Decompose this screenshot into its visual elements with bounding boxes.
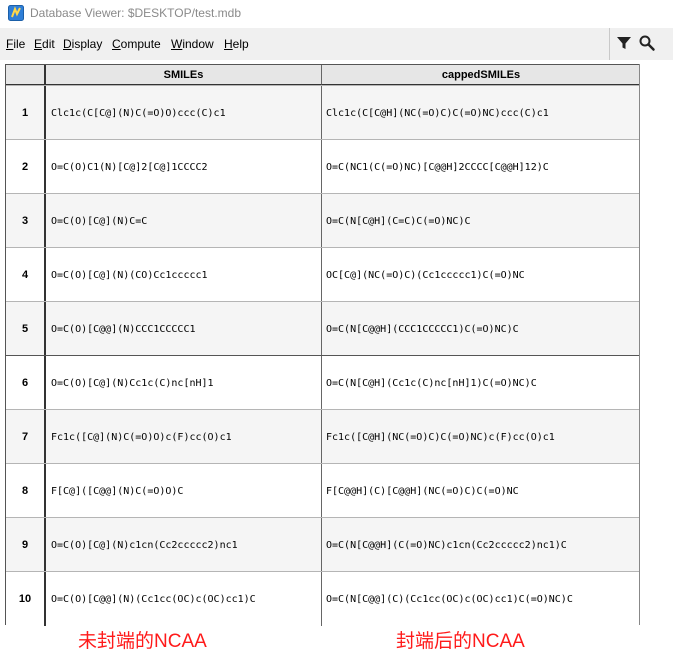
table-row[interactable]: 6 O=C(O)[C@](N)Cc1c(C)nc[nH]1 O=C(N[C@H]… (6, 355, 640, 410)
capped-smiles-cell[interactable]: Fc1c([C@H](NC(=O)C)C(=O)NC)c(F)cc(O)c1 (322, 410, 640, 464)
results-table: SMILEs cappedSMILEs 1 Clc1c(C[C@](N)C(=O… (5, 64, 640, 626)
capped-smiles-cell[interactable]: Clc1c(C[C@H](NC(=O)C)C(=O)NC)ccc(C)c1 (322, 86, 640, 140)
smiles-cell[interactable]: O=C(O)[C@](N)c1cn(Cc2ccccc2)nc1 (46, 518, 322, 572)
menu-help[interactable]: Help (224, 37, 249, 51)
menu-compute[interactable]: Compute (112, 37, 161, 51)
title-bar: Database Viewer: $DESKTOP/test.mdb (0, 0, 673, 28)
table-row[interactable]: 10 O=C(O)[C@@](N)(Cc1cc(OC)c(OC)cc1)C O=… (6, 571, 640, 626)
smiles-cell[interactable]: O=C(O)[C@@](N)CCC1CCCCC1 (46, 302, 322, 356)
annotation-uncapped-ncaa: 未封端的NCAA (78, 631, 207, 652)
smiles-cell[interactable]: O=C(O)[C@](N)C=C (46, 194, 322, 248)
smiles-cell[interactable]: O=C(O)[C@](N)Cc1c(C)nc[nH]1 (46, 356, 322, 410)
capped-smiles-cell[interactable]: O=C(N[C@H](Cc1c(C)nc[nH]1)C(=O)NC)C (322, 356, 640, 410)
row-number[interactable]: 4 (6, 248, 46, 302)
column-header-capped-smiles[interactable]: cappedSMILEs (322, 65, 640, 85)
smiles-cell[interactable]: Clc1c(C[C@](N)C(=O)O)ccc(C)c1 (46, 86, 322, 140)
app-icon (8, 5, 24, 21)
row-number[interactable]: 8 (6, 464, 46, 518)
menu-file[interactable]: File (6, 37, 25, 51)
capped-smiles-cell[interactable]: OC[C@](NC(=O)C)(Cc1ccccc1)C(=O)NC (322, 248, 640, 302)
row-number[interactable]: 1 (6, 86, 46, 140)
row-number[interactable]: 5 (6, 302, 46, 356)
smiles-cell[interactable]: Fc1c([C@](N)C(=O)O)c(F)cc(O)c1 (46, 410, 322, 464)
table-row[interactable]: 5 O=C(O)[C@@](N)CCC1CCCCC1 O=C(N[C@@H](C… (6, 301, 640, 356)
menu-edit[interactable]: Edit (34, 37, 55, 51)
table-row[interactable]: 9 O=C(O)[C@](N)c1cn(Cc2ccccc2)nc1 O=C(N[… (6, 517, 640, 572)
capped-smiles-cell[interactable]: O=C(NC1(C(=O)NC)[C@@H]2CCCC[C@@H]12)C (322, 140, 640, 194)
annotation-capped-ncaa: 封端后的NCAA (396, 631, 525, 652)
capped-smiles-cell[interactable]: O=C(N[C@@H](C(=O)NC)c1cn(Cc2ccccc2)nc1)C (322, 518, 640, 572)
menu-display[interactable]: Display (63, 37, 102, 51)
smiles-cell[interactable]: O=C(O)[C@@](N)(Cc1cc(OC)c(OC)cc1)C (46, 572, 322, 626)
table-row[interactable]: 7 Fc1c([C@](N)C(=O)O)c(F)cc(O)c1 Fc1c([C… (6, 409, 640, 464)
menu-bar: File Edit Display Compute Window Help (0, 28, 673, 60)
toolbar-separator (609, 28, 610, 60)
table-row[interactable]: 4 O=C(O)[C@](N)(CO)Cc1ccccc1 OC[C@](NC(=… (6, 247, 640, 302)
row-number[interactable]: 3 (6, 194, 46, 248)
smiles-cell[interactable]: O=C(O)C1(N)[C@]2[C@]1CCCC2 (46, 140, 322, 194)
capped-smiles-cell[interactable]: F[C@@H](C)[C@@H](NC(=O)C)C(=O)NC (322, 464, 640, 518)
window-title: Database Viewer: $DESKTOP/test.mdb (30, 6, 241, 20)
filter-icon[interactable] (615, 34, 633, 52)
smiles-cell[interactable]: F[C@]([C@@](N)C(=O)O)C (46, 464, 322, 518)
row-number[interactable]: 2 (6, 140, 46, 194)
table-row[interactable]: 1 Clc1c(C[C@](N)C(=O)O)ccc(C)c1 Clc1c(C[… (6, 85, 640, 140)
table-row[interactable]: 3 O=C(O)[C@](N)C=C O=C(N[C@H](C=C)C(=O)N… (6, 193, 640, 248)
capped-smiles-cell[interactable]: O=C(N[C@@H](CCC1CCCCC1)C(=O)NC)C (322, 302, 640, 356)
row-number[interactable]: 6 (6, 356, 46, 410)
row-number[interactable]: 10 (6, 572, 46, 626)
menu-window[interactable]: Window (171, 37, 214, 51)
capped-smiles-cell[interactable]: O=C(N[C@H](C=C)C(=O)NC)C (322, 194, 640, 248)
capped-smiles-cell[interactable]: O=C(N[C@@](C)(Cc1cc(OC)c(OC)cc1)C(=O)NC)… (322, 572, 640, 626)
search-icon[interactable] (638, 34, 656, 52)
smiles-cell[interactable]: O=C(O)[C@](N)(CO)Cc1ccccc1 (46, 248, 322, 302)
header-corner[interactable] (6, 65, 46, 85)
row-number[interactable]: 7 (6, 410, 46, 464)
row-number[interactable]: 9 (6, 518, 46, 572)
column-header-smiles[interactable]: SMILEs (46, 65, 322, 85)
grid-right-edge (639, 64, 640, 625)
table-row[interactable]: 2 O=C(O)C1(N)[C@]2[C@]1CCCC2 O=C(NC1(C(=… (6, 139, 640, 194)
table-row[interactable]: 8 F[C@]([C@@](N)C(=O)O)C F[C@@H](C)[C@@H… (6, 463, 640, 518)
